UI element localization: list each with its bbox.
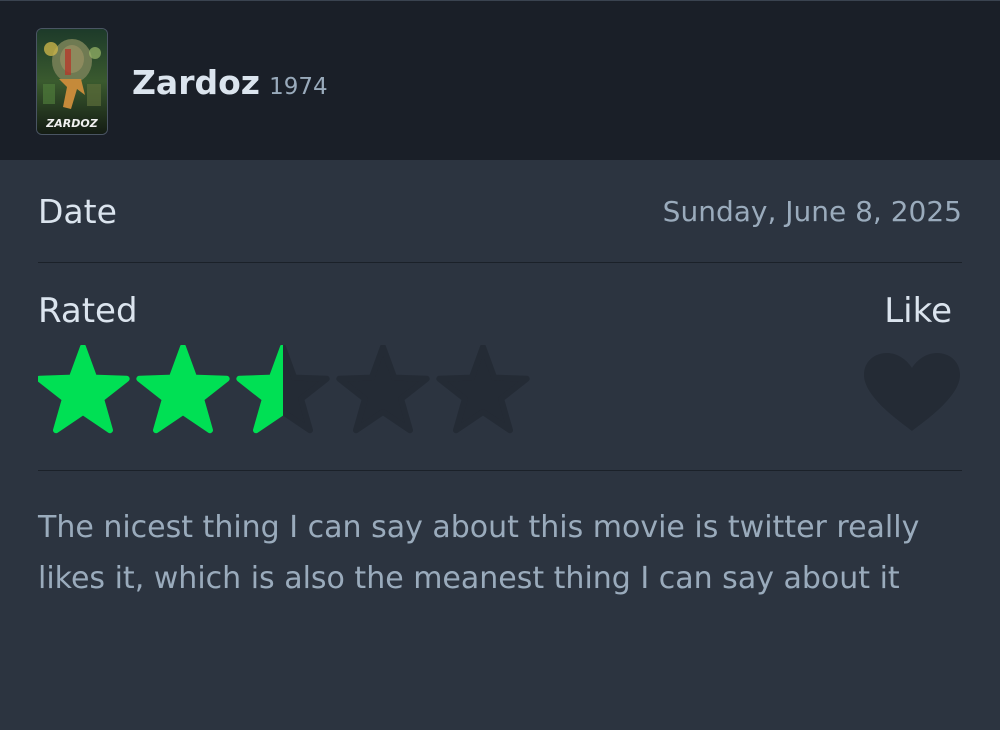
rating-row: Rated Like [38,263,962,471]
star-1[interactable] [38,345,130,434]
film-header: ZARDOZ Zardoz 1974 [0,0,1000,160]
date-value[interactable]: Sunday, June 8, 2025 [663,195,962,228]
review-text: The nicest thing I can say about this mo… [38,510,920,596]
like-label: Like [884,291,952,331]
star-3[interactable] [236,345,330,434]
star-5[interactable] [436,345,530,434]
star-rating[interactable] [38,345,538,437]
star-4[interactable] [336,345,430,434]
poster-logo-text: ZARDOZ [45,117,98,130]
film-year[interactable]: 1974 [269,74,328,100]
date-row[interactable]: Date Sunday, June 8, 2025 [38,162,962,263]
film-title-line: Zardoz 1974 [132,63,328,102]
rated-label: Rated [38,291,138,331]
film-poster[interactable]: ZARDOZ [37,29,107,134]
heart-icon[interactable] [862,351,962,433]
star-2[interactable] [136,345,230,434]
date-label: Date [38,192,117,231]
film-title[interactable]: Zardoz [132,63,260,102]
